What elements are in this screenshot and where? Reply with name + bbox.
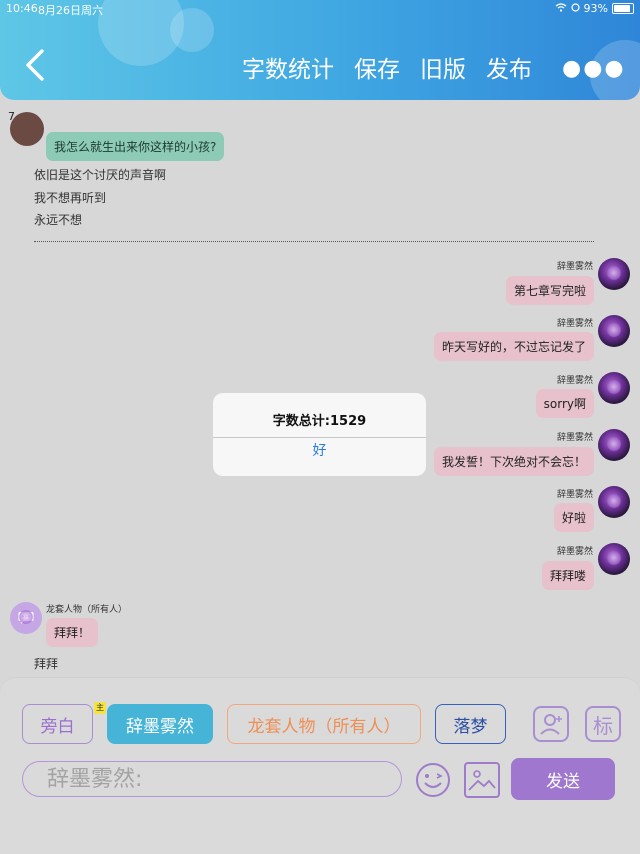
back-button[interactable]: [22, 48, 52, 82]
wifi-icon: [555, 2, 567, 15]
avatar[interactable]: [10, 602, 42, 634]
sender-name: 辞墨雾然: [556, 547, 593, 557]
role-chip-aside[interactable]: 旁白: [22, 704, 93, 744]
role-chip-main[interactable]: 辞墨雾然: [107, 704, 213, 744]
user-add-icon: [540, 714, 562, 735]
role-manage-button[interactable]: [533, 706, 569, 742]
status-indicators: 93%: [555, 2, 634, 15]
avatar[interactable]: [10, 112, 44, 146]
avatar[interactable]: [598, 372, 630, 404]
orientation-lock-icon: [570, 2, 580, 15]
narration-line: 依旧是这个讨厌的声音啊: [34, 168, 167, 182]
narration-line: 我不想再听到: [34, 191, 107, 205]
save-button[interactable]: 保存: [354, 50, 400, 84]
avatar[interactable]: [598, 315, 630, 347]
image-button[interactable]: [464, 762, 500, 798]
avatar[interactable]: [598, 486, 630, 518]
sender-name: 辞墨雾然: [556, 376, 593, 386]
chapter-divider: [34, 241, 594, 242]
message-bubble[interactable]: sorry啊: [535, 389, 594, 418]
status-time: 10:46: [6, 2, 38, 15]
avatar[interactable]: [598, 258, 630, 290]
sender-name: 辞墨雾然: [556, 433, 593, 443]
avatar[interactable]: [598, 543, 630, 575]
chat-bubble-icon: [18, 612, 34, 624]
word-count-button[interactable]: 字数统计: [242, 50, 334, 84]
message-bubble[interactable]: 我怎么就生出来你这样的小孩?: [46, 132, 225, 161]
narration-line: 拜拜: [34, 657, 59, 671]
battery-percent: 93%: [583, 2, 608, 15]
alert-message: 字数总计:1529: [272, 414, 367, 429]
top-nav-bar: 10:46 8月26日周六 93% 字数统计 保存 旧版 发布 ●●●: [0, 0, 640, 100]
message-input[interactable]: [22, 761, 402, 797]
send-button[interactable]: 发送: [511, 758, 615, 800]
role-chip-dream[interactable]: 落梦: [435, 704, 506, 744]
more-options-icon[interactable]: ●●●: [562, 56, 626, 81]
tag-button[interactable]: 标: [585, 706, 621, 742]
chevron-left-icon: [26, 49, 44, 81]
message-bubble[interactable]: 拜拜喽: [541, 561, 594, 590]
narration-line: 永远不想: [34, 213, 83, 227]
emoji-icon: [416, 763, 450, 797]
status-date: 8月26日周六: [38, 4, 103, 17]
emoji-button[interactable]: [414, 761, 452, 799]
sender-name: 辞墨雾然: [556, 490, 593, 500]
message-bubble[interactable]: 第七章写完啦: [505, 276, 594, 305]
message-bubble[interactable]: 我发誓！下次绝对不会忘！: [433, 447, 594, 476]
status-bar: 10:46 8月26日周六 93%: [0, 0, 640, 18]
message-bubble[interactable]: 好啦: [553, 503, 594, 532]
battery-icon: [612, 3, 634, 14]
message-bubble[interactable]: 昨天写好的，不过忘记发了: [433, 332, 594, 361]
alert-ok-button[interactable]: 好: [213, 438, 426, 476]
image-icon: [468, 770, 496, 791]
avatar[interactable]: [598, 429, 630, 461]
sender-name: 龙套人物（所有人）: [46, 605, 128, 615]
role-chip-group[interactable]: 龙套人物（所有人）: [227, 704, 421, 744]
header-actions: 字数统计 保存 旧版 发布: [242, 50, 552, 84]
sender-name: 辞墨雾然: [556, 319, 593, 329]
publish-button[interactable]: 发布: [486, 50, 532, 84]
word-count-alert: 字数总计:1529 好: [213, 393, 426, 476]
main-role-badge: 主: [94, 702, 106, 714]
sender-name: 辞墨雾然: [556, 262, 593, 272]
old-version-button[interactable]: 旧版: [420, 50, 466, 84]
message-bubble[interactable]: 拜拜！: [46, 618, 99, 647]
